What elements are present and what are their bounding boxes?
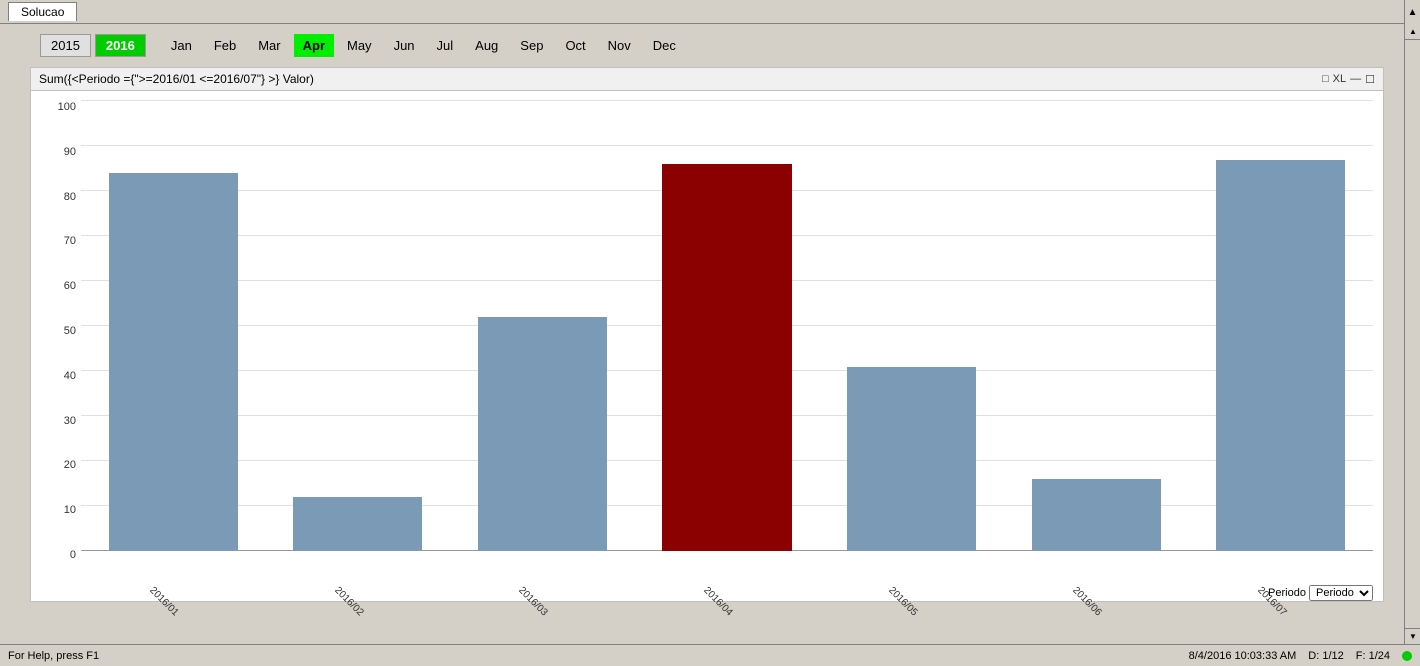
- status-bar: For Help, press F1 8/4/2016 10:03:33 AM …: [0, 644, 1420, 666]
- x-label-2016/04: 2016/04: [701, 585, 734, 618]
- position: D: 1/12: [1308, 650, 1343, 662]
- month-jul-btn[interactable]: Jul: [428, 34, 463, 57]
- help-text: For Help, press F1: [8, 650, 99, 662]
- y-label-20: 20: [36, 459, 76, 471]
- x-axis-label: Periodo Periodo: [1268, 585, 1373, 601]
- main-window: Solucao ▲ 2015 2016 Jan Feb Mar Apr May …: [0, 0, 1420, 666]
- month-jun-btn[interactable]: Jun: [385, 34, 424, 57]
- bar-group-2016/06[interactable]: [1004, 101, 1189, 551]
- month-feb-btn[interactable]: Feb: [205, 34, 245, 57]
- month-oct-btn[interactable]: Oct: [556, 34, 594, 57]
- chart-icon-close[interactable]: ☐: [1365, 73, 1375, 86]
- chart-title: Sum({<Periodo ={">=2016/01 <=2016/07"} >…: [39, 72, 314, 86]
- chart-body: 0 10 20 30 40 50 60 70 80 90 100: [31, 91, 1383, 601]
- x-label-group-2016/06: 2016/06: [1004, 580, 1189, 596]
- bar-group-2016/01[interactable]: [81, 101, 266, 551]
- bar-2016/04[interactable]: [662, 164, 791, 551]
- chart-header: Sum({<Periodo ={">=2016/01 <=2016/07"} >…: [31, 68, 1383, 91]
- y-axis: 0 10 20 30 40 50 60 70 80 90 100: [31, 91, 81, 571]
- y-label-50: 50: [36, 325, 76, 337]
- bar-2016/03[interactable]: [478, 317, 607, 551]
- y-label-100: 100: [36, 101, 76, 113]
- year-2016-btn[interactable]: 2016: [95, 34, 146, 57]
- bar-2016/02[interactable]: [293, 497, 422, 551]
- month-aug-btn[interactable]: Aug: [466, 34, 507, 57]
- x-labels: 2016/012016/022016/032016/042016/052016/…: [81, 580, 1373, 596]
- y-label-30: 30: [36, 415, 76, 427]
- x-label-group-2016/01: 2016/01: [81, 580, 266, 596]
- bar-2016/01[interactable]: [109, 173, 238, 551]
- bar-group-2016/05[interactable]: [819, 101, 1004, 551]
- month-dec-btn[interactable]: Dec: [644, 34, 685, 57]
- x-label-2016/03: 2016/03: [517, 585, 550, 618]
- y-label-90: 90: [36, 146, 76, 158]
- x-label-2016/01: 2016/01: [147, 585, 180, 618]
- bar-2016/06[interactable]: [1032, 479, 1161, 551]
- bar-group-2016/03[interactable]: [450, 101, 635, 551]
- chart-container: Sum({<Periodo ={">=2016/01 <=2016/07"} >…: [30, 67, 1384, 602]
- month-jan-btn[interactable]: Jan: [162, 34, 201, 57]
- main-content: 2015 2016 Jan Feb Mar Apr May Jun Jul Au…: [0, 24, 1420, 666]
- x-label-group-2016/04: 2016/04: [635, 580, 820, 596]
- scroll-up-btn[interactable]: ▲: [1404, 0, 1420, 24]
- chart-header-icons: □ XL — ☐: [1322, 73, 1375, 86]
- month-may-btn[interactable]: May: [338, 34, 381, 57]
- month-sep-btn[interactable]: Sep: [511, 34, 552, 57]
- y-label-10: 10: [36, 504, 76, 516]
- title-tab[interactable]: Solucao: [8, 2, 77, 21]
- title-bar: Solucao ▲: [0, 0, 1420, 24]
- datetime: 8/4/2016 10:03:33 AM: [1189, 650, 1297, 662]
- month-nov-btn[interactable]: Nov: [599, 34, 640, 57]
- scrollbar-right[interactable]: ▲ ▼: [1404, 24, 1420, 644]
- x-label-group-2016/05: 2016/05: [819, 580, 1004, 596]
- filter: F: 1/24: [1356, 650, 1390, 662]
- y-label-40: 40: [36, 370, 76, 382]
- x-label-group-2016/03: 2016/03: [450, 580, 635, 596]
- x-label-2016/05: 2016/05: [886, 585, 919, 618]
- month-mar-btn[interactable]: Mar: [249, 34, 289, 57]
- x-label-2016/02: 2016/02: [332, 585, 365, 618]
- y-label-60: 60: [36, 280, 76, 292]
- status-indicator: [1402, 651, 1412, 661]
- bar-group-2016/02[interactable]: [266, 101, 451, 551]
- bar-2016/07[interactable]: [1216, 160, 1345, 552]
- scroll-up-arrow[interactable]: ▲: [1405, 24, 1420, 40]
- bar-2016/05[interactable]: [847, 367, 976, 552]
- month-apr-btn[interactable]: Apr: [294, 34, 334, 57]
- y-label-70: 70: [36, 235, 76, 247]
- x-axis-dropdown[interactable]: Periodo: [1309, 585, 1373, 601]
- status-right: 8/4/2016 10:03:33 AM D: 1/12 F: 1/24: [1189, 650, 1412, 662]
- year-month-bar: 2015 2016 Jan Feb Mar Apr May Jun Jul Au…: [20, 34, 1400, 57]
- scroll-down-arrow[interactable]: ▼: [1405, 628, 1420, 644]
- x-label-2016/06: 2016/06: [1070, 585, 1103, 618]
- x-label-group-2016/02: 2016/02: [266, 580, 451, 596]
- bar-group-2016/07[interactable]: [1188, 101, 1373, 551]
- bar-group-2016/04[interactable]: [635, 101, 820, 551]
- year-2015-btn[interactable]: 2015: [40, 34, 91, 57]
- y-label-80: 80: [36, 191, 76, 203]
- chart-label-xl[interactable]: XL: [1333, 73, 1346, 86]
- bars-area: [81, 101, 1373, 551]
- chart-icon-minimize[interactable]: —: [1350, 73, 1361, 86]
- y-label-0: 0: [36, 549, 76, 561]
- chart-icon-resize[interactable]: □: [1322, 73, 1329, 86]
